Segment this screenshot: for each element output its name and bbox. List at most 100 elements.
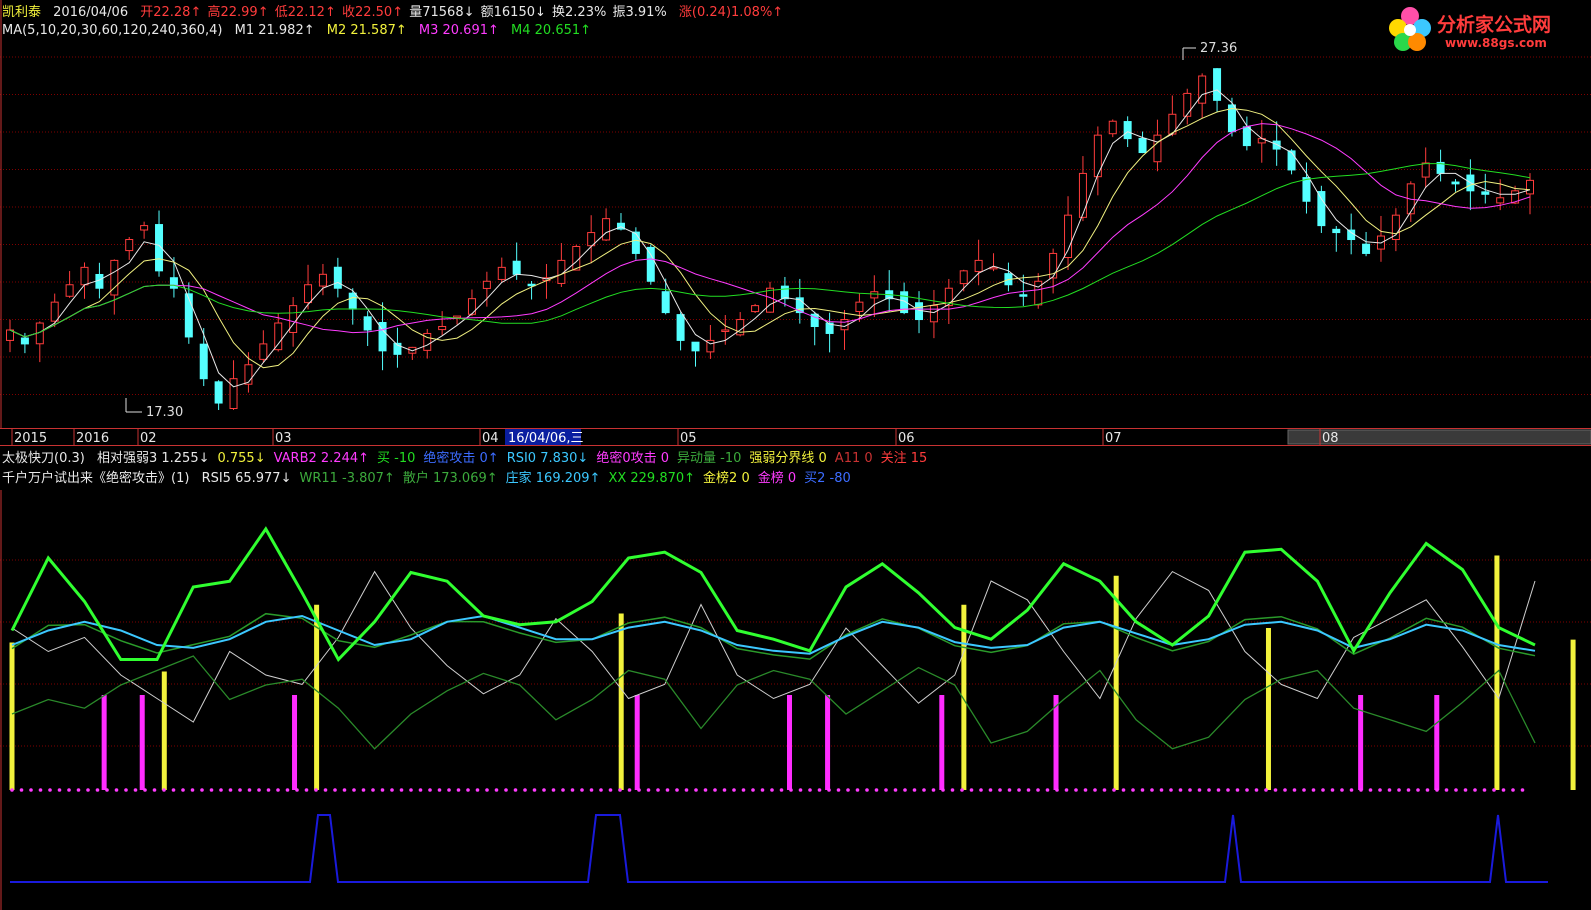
time-axis[interactable]: 2015 2016 02 03 04 05 06 07 08 16/04/06,三 xyxy=(0,428,1591,450)
zero-dot xyxy=(361,788,366,792)
indicator_row2-item-6: 金榜 0 xyxy=(757,471,797,486)
indicator_row1-item-2: VARB2 2.244↑ xyxy=(273,451,370,466)
zero-dot xyxy=(513,788,518,792)
candle-body xyxy=(199,343,208,380)
wr11-line xyxy=(11,655,1536,750)
indicator-chart[interactable] xyxy=(0,490,1591,910)
zero-dot xyxy=(1102,788,1107,792)
zero-dot xyxy=(1188,788,1192,792)
indicator_row1-item-3: 买 -10 xyxy=(377,451,416,466)
candle-body xyxy=(497,266,506,280)
zero-dot xyxy=(1083,788,1088,792)
zero-dot xyxy=(399,788,404,792)
zero-dot xyxy=(570,788,575,792)
zero-dot xyxy=(1093,788,1097,792)
zero-dot xyxy=(893,788,898,792)
zero-dot xyxy=(276,788,280,792)
candle-body xyxy=(721,329,730,332)
candles xyxy=(6,68,1534,410)
zero-dot xyxy=(1416,788,1420,792)
candle-body xyxy=(482,280,491,289)
zero-dot xyxy=(874,788,879,792)
zero-dot xyxy=(380,788,385,792)
zero-dot xyxy=(846,788,850,792)
candle-body xyxy=(229,378,238,409)
zero-dot xyxy=(133,788,138,792)
zero-dot xyxy=(960,788,964,792)
candle-body xyxy=(661,291,670,314)
zero-dot xyxy=(969,788,974,792)
zero-dot xyxy=(646,788,651,792)
time-label: 2015 xyxy=(14,431,47,446)
sanhu-line xyxy=(11,612,1536,660)
candle-body xyxy=(363,316,372,331)
candle-body xyxy=(1496,197,1505,204)
zero-dot xyxy=(912,788,917,792)
zero-dots xyxy=(10,788,1525,792)
indicator_row1-item-7: 异动量 -10 xyxy=(677,451,742,466)
candlestick-chart[interactable]: 27.36 17.30 xyxy=(0,0,1591,440)
candle-body xyxy=(1451,181,1460,185)
zero-dot xyxy=(162,788,166,792)
zero-dot xyxy=(703,788,708,792)
zero-dot xyxy=(105,788,109,792)
zero-dot xyxy=(1454,788,1458,792)
high-label: 27.36 xyxy=(1200,41,1237,56)
candle-body xyxy=(304,284,313,304)
zero-dot xyxy=(19,788,24,792)
zero-dot xyxy=(988,788,993,792)
zero-dot xyxy=(599,788,603,792)
zero-dot xyxy=(694,788,698,792)
candle-body xyxy=(1019,294,1028,297)
candle-body xyxy=(125,239,134,252)
candle-body xyxy=(676,314,685,341)
zero-dot xyxy=(38,788,43,792)
indicator_row2-item-2: 散户 173.069↑ xyxy=(402,471,498,486)
zero-dot xyxy=(665,788,670,792)
candle-body xyxy=(1183,92,1192,117)
zero-dot xyxy=(1169,788,1173,792)
candle-body xyxy=(1064,214,1073,259)
zero-dot xyxy=(922,788,926,792)
zero-dot xyxy=(437,788,442,792)
zero-dot xyxy=(1435,788,1439,792)
zero-dot xyxy=(1340,788,1344,792)
candle-body xyxy=(169,277,178,289)
candle-body xyxy=(140,225,149,231)
zero-dot xyxy=(428,788,432,792)
xx-line xyxy=(10,526,1536,663)
candle-body xyxy=(780,285,789,300)
zero-dot xyxy=(219,788,223,792)
candle-body xyxy=(1153,134,1162,163)
zero-dot xyxy=(1482,788,1487,792)
zero-dot xyxy=(1207,788,1211,792)
zero-dot xyxy=(1463,788,1468,792)
candle-body xyxy=(1242,126,1251,147)
indicator_row2-item-7: 买2 -80 xyxy=(804,471,851,486)
candle-body xyxy=(1123,121,1132,140)
indicator1-title[interactable]: 太极快刀(0.3) xyxy=(2,451,85,466)
indicator_row1-item-1: 0.755↓ xyxy=(217,451,266,466)
candle-body xyxy=(766,287,774,313)
zero-dot xyxy=(551,788,556,792)
zero-dot xyxy=(1254,788,1259,792)
indicator1-legend: 太极快刀(0.3) 相对强弱3 1.255↓ 0.755↓ VARB2 2.244↑… xyxy=(2,450,943,468)
candle-body xyxy=(318,273,327,287)
zero-dot xyxy=(1302,788,1306,792)
high-annotation xyxy=(1182,47,1196,60)
zero-dot xyxy=(48,788,52,792)
candle-body xyxy=(1332,228,1341,234)
zero-dot xyxy=(855,788,860,792)
zero-dot xyxy=(789,788,793,792)
candle-body xyxy=(974,259,983,273)
zero-dot xyxy=(931,788,936,792)
zero-dot xyxy=(1264,788,1268,792)
time-label: 03 xyxy=(275,431,292,446)
candle-body xyxy=(1317,191,1326,227)
cursor-date-label: 16/04/06,三 xyxy=(508,431,584,446)
indicator2-title[interactable]: 千户万户试出来《绝密攻击》(1) xyxy=(2,471,189,486)
zero-dot xyxy=(1492,788,1496,792)
zero-dot xyxy=(1406,788,1411,792)
candle-body xyxy=(751,305,760,313)
zero-dot xyxy=(447,788,451,792)
